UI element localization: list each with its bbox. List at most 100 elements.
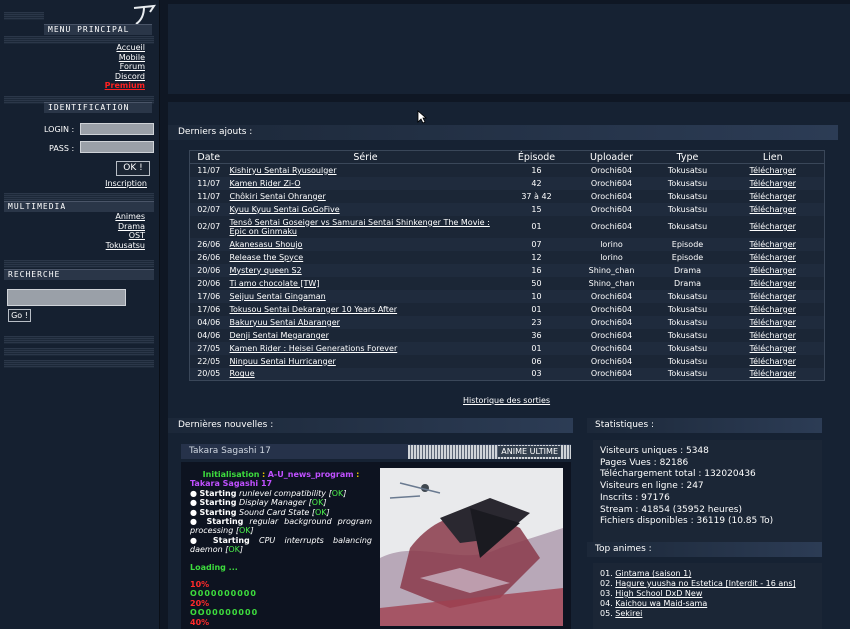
console-p10: 10% — [190, 580, 210, 590]
top-anime-link[interactable]: High School DxD New — [615, 589, 702, 598]
row-type: Tokusatsu — [667, 356, 708, 366]
login-ok-button[interactable]: OK ! — [116, 161, 150, 176]
row-type: Tokusatsu — [667, 165, 708, 175]
password-field[interactable] — [80, 141, 154, 153]
menu-principal-title: MENU PRINCIPAL — [44, 24, 152, 35]
historique-link[interactable]: Historique des sorties — [463, 396, 550, 405]
decor-stripe — [4, 12, 44, 20]
row-date: 26/06 — [197, 252, 221, 262]
inscription-link[interactable]: Inscription — [105, 179, 147, 188]
row-episode: 37 à 42 — [521, 191, 552, 201]
row-download-link[interactable]: Télécharger — [750, 344, 796, 353]
row-serie-link[interactable]: Denji Sentai Megaranger — [230, 331, 329, 340]
row-type: Tokusatsu — [667, 191, 708, 201]
table-row: 11/07 Kishiryu Sentai Ryusoulger 16 Orochi6… — [190, 164, 825, 177]
nav-animes[interactable]: Animes — [106, 212, 145, 222]
news-image[interactable] — [380, 468, 563, 626]
row-serie-link[interactable]: Bakuryuu Sentai Abaranger — [230, 318, 340, 327]
top-anime-link[interactable]: Gintama (saison 1) — [615, 569, 691, 578]
row-uploader: Orochi604 — [569, 341, 654, 355]
site-logo-icon[interactable] — [130, 2, 158, 26]
console-p20: 20% — [190, 598, 210, 608]
row-uploader: Orochi604 — [569, 367, 654, 381]
row-download-link[interactable]: Télécharger — [750, 305, 796, 314]
row-episode: 01 — [531, 222, 542, 231]
row-serie-link[interactable]: Kamen Rider Zi-O — [230, 179, 301, 188]
row-serie-link[interactable]: Tensô Sentai Goseiger vs Samurai Sentai … — [230, 218, 490, 236]
row-download-link[interactable]: Télécharger — [750, 179, 796, 188]
pass-label: PASS : — [49, 144, 75, 153]
search-input[interactable] — [7, 289, 126, 306]
row-type: Tokusatsu — [653, 367, 722, 381]
row-episode: 16 — [503, 263, 570, 277]
col-date: Date — [189, 150, 228, 164]
row-cell-serie: Ninpuu Sentai Hurricanger — [228, 355, 504, 368]
top-animes-box: 01. Gintama (saison 1) 02. Hagure yuusha … — [593, 563, 822, 629]
row-download-link[interactable]: Télécharger — [750, 292, 796, 301]
row-download-link[interactable]: Télécharger — [750, 279, 796, 288]
row-download-link[interactable]: Télécharger — [750, 318, 796, 327]
banner-area — [168, 4, 850, 94]
console-line: ● Starting Display Manager [OK] — [190, 498, 327, 508]
row-serie-link[interactable]: Release the Spyce — [230, 253, 304, 262]
row-download-link[interactable]: Télécharger — [750, 166, 796, 175]
console-line: ● Starting CPU interrupts balancing daem… — [190, 535, 373, 555]
table-row: 27/05 Kamen Rider : Heisei Generations Fo… — [189, 341, 825, 355]
nav-mobile[interactable]: Mobile — [105, 53, 145, 63]
row-serie-link[interactable]: Mystery queen S2 — [230, 266, 302, 275]
row-serie-link[interactable]: Rogue — [230, 369, 255, 378]
row-download-link[interactable]: Télécharger — [750, 369, 796, 378]
row-uploader: Orochi604 — [590, 222, 633, 231]
row-type: Tokusatsu — [653, 289, 722, 303]
nav-forum[interactable]: Forum — [105, 62, 145, 72]
row-serie-link[interactable]: Tokusou Sentai Dekaranger 10 Years After — [230, 305, 398, 314]
row-download-link[interactable]: Télécharger — [750, 192, 796, 201]
row-serie-link[interactable]: Akanesasu Shoujo — [230, 240, 303, 249]
row-cell-lien: Télécharger — [721, 341, 825, 355]
row-date: 20/05 — [189, 367, 228, 381]
row-uploader: Orochi604 — [590, 330, 633, 340]
row-serie-link[interactable]: Kamen Rider : Heisei Generations Forever — [230, 344, 398, 353]
login-field[interactable] — [80, 123, 154, 135]
row-download-link[interactable]: Télécharger — [750, 331, 796, 340]
row-episode: 01 — [531, 304, 542, 314]
nav-tokusatsu[interactable]: Tokusatsu — [106, 241, 145, 251]
row-cell-lien: Télécharger — [722, 329, 825, 342]
row-serie-link[interactable]: Ti amo chocolate [TW] — [230, 279, 320, 288]
row-download-link[interactable]: Télécharger — [750, 222, 796, 231]
row-serie-link[interactable]: Ninpuu Sentai Hurricanger — [230, 357, 336, 366]
nav-ost[interactable]: OST — [106, 231, 145, 241]
anime-ultime-badge: ANIME ULTIME — [498, 446, 561, 457]
nav-accueil[interactable]: Accueil — [105, 43, 145, 53]
row-cell-serie: Kamen Rider : Heisei Generations Forever — [227, 341, 504, 355]
table-row: 20/05 Rogue 03 Orochi604 Tokusatsu Télécharge… — [189, 367, 825, 381]
nav-discord[interactable]: Discord — [105, 72, 145, 82]
news-illustration-icon — [380, 468, 563, 626]
row-download-link[interactable]: Télécharger — [750, 253, 796, 262]
stats-box: Visiteurs uniques : 5348 Pages Vues : 821… — [593, 440, 822, 542]
top-anime-link[interactable]: Kaichou wa Maid-sama — [615, 599, 707, 608]
row-serie-link[interactable]: Chôkiri Sentai Ohranger — [230, 192, 326, 201]
search-go-button[interactable]: Go ! — [8, 309, 31, 322]
row-serie-link[interactable]: Seijuu Sentai Gingaman — [230, 292, 326, 301]
row-cell-serie: Rogue — [227, 367, 504, 381]
row-cell-serie: Tensô Sentai Goseiger vs Samurai Sentai … — [228, 216, 504, 238]
row-date: 11/07 — [189, 176, 228, 190]
row-cell-serie: Chôkiri Sentai Ohranger — [228, 190, 504, 203]
row-episode: 10 — [503, 289, 570, 303]
nav-drama[interactable]: Drama — [106, 222, 145, 232]
row-download-link[interactable]: Télécharger — [750, 266, 796, 275]
top-anime-link[interactable]: Hagure yuusha no Estetica [Interdit - 16… — [615, 579, 795, 588]
top-anime-link[interactable]: Sekirei — [615, 609, 642, 618]
row-serie-link[interactable]: Kishiryu Sentai Ryusoulger — [230, 166, 337, 175]
row-download-link[interactable]: Télécharger — [750, 357, 796, 366]
nav-premium[interactable]: Premium — [105, 81, 145, 91]
row-cell-lien: Télécharger — [722, 164, 825, 177]
row-download-link[interactable]: Télécharger — [750, 240, 796, 249]
row-cell-lien: Télécharger — [721, 289, 825, 303]
console-colon: : — [356, 470, 360, 479]
row-download-link[interactable]: Télécharger — [750, 205, 796, 214]
news-console: Initialisation : A-U_news_program : Taka… — [190, 470, 372, 627]
table-row: 26/06 Akanesasu Shoujo 07 lorino Episode Télé… — [189, 237, 825, 251]
row-serie-link[interactable]: Kyuu Kyuu Sentai GoGoFive — [230, 205, 340, 214]
